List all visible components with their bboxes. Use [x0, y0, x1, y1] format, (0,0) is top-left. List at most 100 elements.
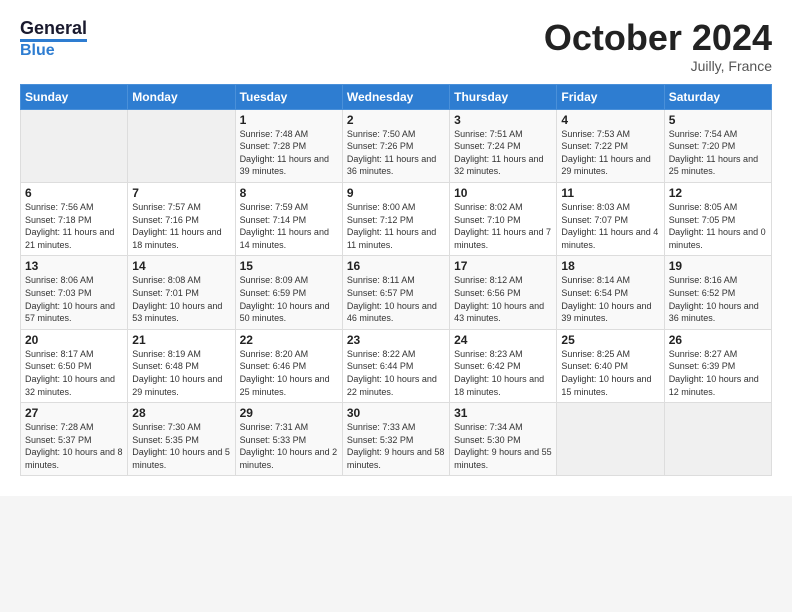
day-info: Sunrise: 7:56 AMSunset: 7:18 PMDaylight:… [25, 201, 123, 251]
table-row: 30Sunrise: 7:33 AMSunset: 5:32 PMDayligh… [342, 403, 449, 476]
day-info: Sunrise: 8:17 AMSunset: 6:50 PMDaylight:… [25, 348, 123, 398]
day-number: 17 [454, 259, 552, 273]
day-info: Sunrise: 8:25 AMSunset: 6:40 PMDaylight:… [561, 348, 659, 398]
table-row: 5Sunrise: 7:54 AMSunset: 7:20 PMDaylight… [664, 109, 771, 182]
day-number: 9 [347, 186, 445, 200]
table-row: 31Sunrise: 7:34 AMSunset: 5:30 PMDayligh… [450, 403, 557, 476]
table-row: 4Sunrise: 7:53 AMSunset: 7:22 PMDaylight… [557, 109, 664, 182]
table-row: 22Sunrise: 8:20 AMSunset: 6:46 PMDayligh… [235, 329, 342, 402]
table-row: 18Sunrise: 8:14 AMSunset: 6:54 PMDayligh… [557, 256, 664, 329]
day-info: Sunrise: 8:09 AMSunset: 6:59 PMDaylight:… [240, 274, 338, 324]
col-friday: Friday [557, 84, 664, 109]
table-row: 20Sunrise: 8:17 AMSunset: 6:50 PMDayligh… [21, 329, 128, 402]
calendar-table: Sunday Monday Tuesday Wednesday Thursday… [20, 84, 772, 477]
day-info: Sunrise: 7:51 AMSunset: 7:24 PMDaylight:… [454, 128, 552, 178]
col-saturday: Saturday [664, 84, 771, 109]
day-info: Sunrise: 7:59 AMSunset: 7:14 PMDaylight:… [240, 201, 338, 251]
day-number: 12 [669, 186, 767, 200]
logo-blue-label: Blue [20, 39, 87, 60]
day-number: 7 [132, 186, 230, 200]
day-info: Sunrise: 8:12 AMSunset: 6:56 PMDaylight:… [454, 274, 552, 324]
table-row: 1Sunrise: 7:48 AMSunset: 7:28 PMDaylight… [235, 109, 342, 182]
day-info: Sunrise: 7:57 AMSunset: 7:16 PMDaylight:… [132, 201, 230, 251]
day-number: 28 [132, 406, 230, 420]
table-row: 17Sunrise: 8:12 AMSunset: 6:56 PMDayligh… [450, 256, 557, 329]
table-row [128, 109, 235, 182]
month-title: October 2024 [544, 18, 772, 58]
table-row: 6Sunrise: 7:56 AMSunset: 7:18 PMDaylight… [21, 182, 128, 255]
day-info: Sunrise: 8:08 AMSunset: 7:01 PMDaylight:… [132, 274, 230, 324]
day-number: 29 [240, 406, 338, 420]
table-row: 12Sunrise: 8:05 AMSunset: 7:05 PMDayligh… [664, 182, 771, 255]
day-number: 13 [25, 259, 123, 273]
table-row: 24Sunrise: 8:23 AMSunset: 6:42 PMDayligh… [450, 329, 557, 402]
table-row: 26Sunrise: 8:27 AMSunset: 6:39 PMDayligh… [664, 329, 771, 402]
table-row: 19Sunrise: 8:16 AMSunset: 6:52 PMDayligh… [664, 256, 771, 329]
table-row: 11Sunrise: 8:03 AMSunset: 7:07 PMDayligh… [557, 182, 664, 255]
table-row: 28Sunrise: 7:30 AMSunset: 5:35 PMDayligh… [128, 403, 235, 476]
table-row: 7Sunrise: 7:57 AMSunset: 7:16 PMDaylight… [128, 182, 235, 255]
day-info: Sunrise: 8:11 AMSunset: 6:57 PMDaylight:… [347, 274, 445, 324]
day-info: Sunrise: 7:50 AMSunset: 7:26 PMDaylight:… [347, 128, 445, 178]
title-block: October 2024 Juilly, France [544, 18, 772, 74]
day-info: Sunrise: 7:53 AMSunset: 7:22 PMDaylight:… [561, 128, 659, 178]
table-row [21, 109, 128, 182]
day-info: Sunrise: 7:54 AMSunset: 7:20 PMDaylight:… [669, 128, 767, 178]
day-info: Sunrise: 8:23 AMSunset: 6:42 PMDaylight:… [454, 348, 552, 398]
day-number: 2 [347, 113, 445, 127]
day-info: Sunrise: 7:33 AMSunset: 5:32 PMDaylight:… [347, 421, 445, 471]
location-subtitle: Juilly, France [544, 58, 772, 74]
col-thursday: Thursday [450, 84, 557, 109]
day-number: 27 [25, 406, 123, 420]
day-info: Sunrise: 8:22 AMSunset: 6:44 PMDaylight:… [347, 348, 445, 398]
table-row: 27Sunrise: 7:28 AMSunset: 5:37 PMDayligh… [21, 403, 128, 476]
calendar-week-1: 1Sunrise: 7:48 AMSunset: 7:28 PMDaylight… [21, 109, 772, 182]
day-number: 5 [669, 113, 767, 127]
day-info: Sunrise: 8:16 AMSunset: 6:52 PMDaylight:… [669, 274, 767, 324]
day-number: 1 [240, 113, 338, 127]
day-number: 24 [454, 333, 552, 347]
logo-general-label: General [20, 18, 87, 39]
page: General Blue October 2024 Juilly, France… [0, 0, 792, 496]
day-info: Sunrise: 7:28 AMSunset: 5:37 PMDaylight:… [25, 421, 123, 471]
col-monday: Monday [128, 84, 235, 109]
calendar-week-3: 13Sunrise: 8:06 AMSunset: 7:03 PMDayligh… [21, 256, 772, 329]
table-row: 14Sunrise: 8:08 AMSunset: 7:01 PMDayligh… [128, 256, 235, 329]
header: General Blue October 2024 Juilly, France [20, 18, 772, 74]
day-info: Sunrise: 8:05 AMSunset: 7:05 PMDaylight:… [669, 201, 767, 251]
table-row: 25Sunrise: 8:25 AMSunset: 6:40 PMDayligh… [557, 329, 664, 402]
table-row: 15Sunrise: 8:09 AMSunset: 6:59 PMDayligh… [235, 256, 342, 329]
day-info: Sunrise: 8:19 AMSunset: 6:48 PMDaylight:… [132, 348, 230, 398]
day-info: Sunrise: 8:27 AMSunset: 6:39 PMDaylight:… [669, 348, 767, 398]
day-number: 14 [132, 259, 230, 273]
day-number: 22 [240, 333, 338, 347]
day-info: Sunrise: 7:34 AMSunset: 5:30 PMDaylight:… [454, 421, 552, 471]
table-row: 8Sunrise: 7:59 AMSunset: 7:14 PMDaylight… [235, 182, 342, 255]
table-row [664, 403, 771, 476]
day-number: 26 [669, 333, 767, 347]
day-info: Sunrise: 8:14 AMSunset: 6:54 PMDaylight:… [561, 274, 659, 324]
logo-container: General Blue [20, 18, 87, 60]
day-number: 18 [561, 259, 659, 273]
table-row: 10Sunrise: 8:02 AMSunset: 7:10 PMDayligh… [450, 182, 557, 255]
col-wednesday: Wednesday [342, 84, 449, 109]
day-number: 3 [454, 113, 552, 127]
day-info: Sunrise: 8:03 AMSunset: 7:07 PMDaylight:… [561, 201, 659, 251]
calendar-header-row: Sunday Monday Tuesday Wednesday Thursday… [21, 84, 772, 109]
table-row: 23Sunrise: 8:22 AMSunset: 6:44 PMDayligh… [342, 329, 449, 402]
day-info: Sunrise: 8:02 AMSunset: 7:10 PMDaylight:… [454, 201, 552, 251]
day-number: 10 [454, 186, 552, 200]
day-number: 4 [561, 113, 659, 127]
table-row: 29Sunrise: 7:31 AMSunset: 5:33 PMDayligh… [235, 403, 342, 476]
col-sunday: Sunday [21, 84, 128, 109]
table-row: 3Sunrise: 7:51 AMSunset: 7:24 PMDaylight… [450, 109, 557, 182]
table-row: 13Sunrise: 8:06 AMSunset: 7:03 PMDayligh… [21, 256, 128, 329]
table-row [557, 403, 664, 476]
table-row: 16Sunrise: 8:11 AMSunset: 6:57 PMDayligh… [342, 256, 449, 329]
day-number: 15 [240, 259, 338, 273]
day-info: Sunrise: 7:48 AMSunset: 7:28 PMDaylight:… [240, 128, 338, 178]
day-info: Sunrise: 8:00 AMSunset: 7:12 PMDaylight:… [347, 201, 445, 251]
logo: General Blue [20, 18, 87, 60]
day-number: 23 [347, 333, 445, 347]
day-number: 31 [454, 406, 552, 420]
